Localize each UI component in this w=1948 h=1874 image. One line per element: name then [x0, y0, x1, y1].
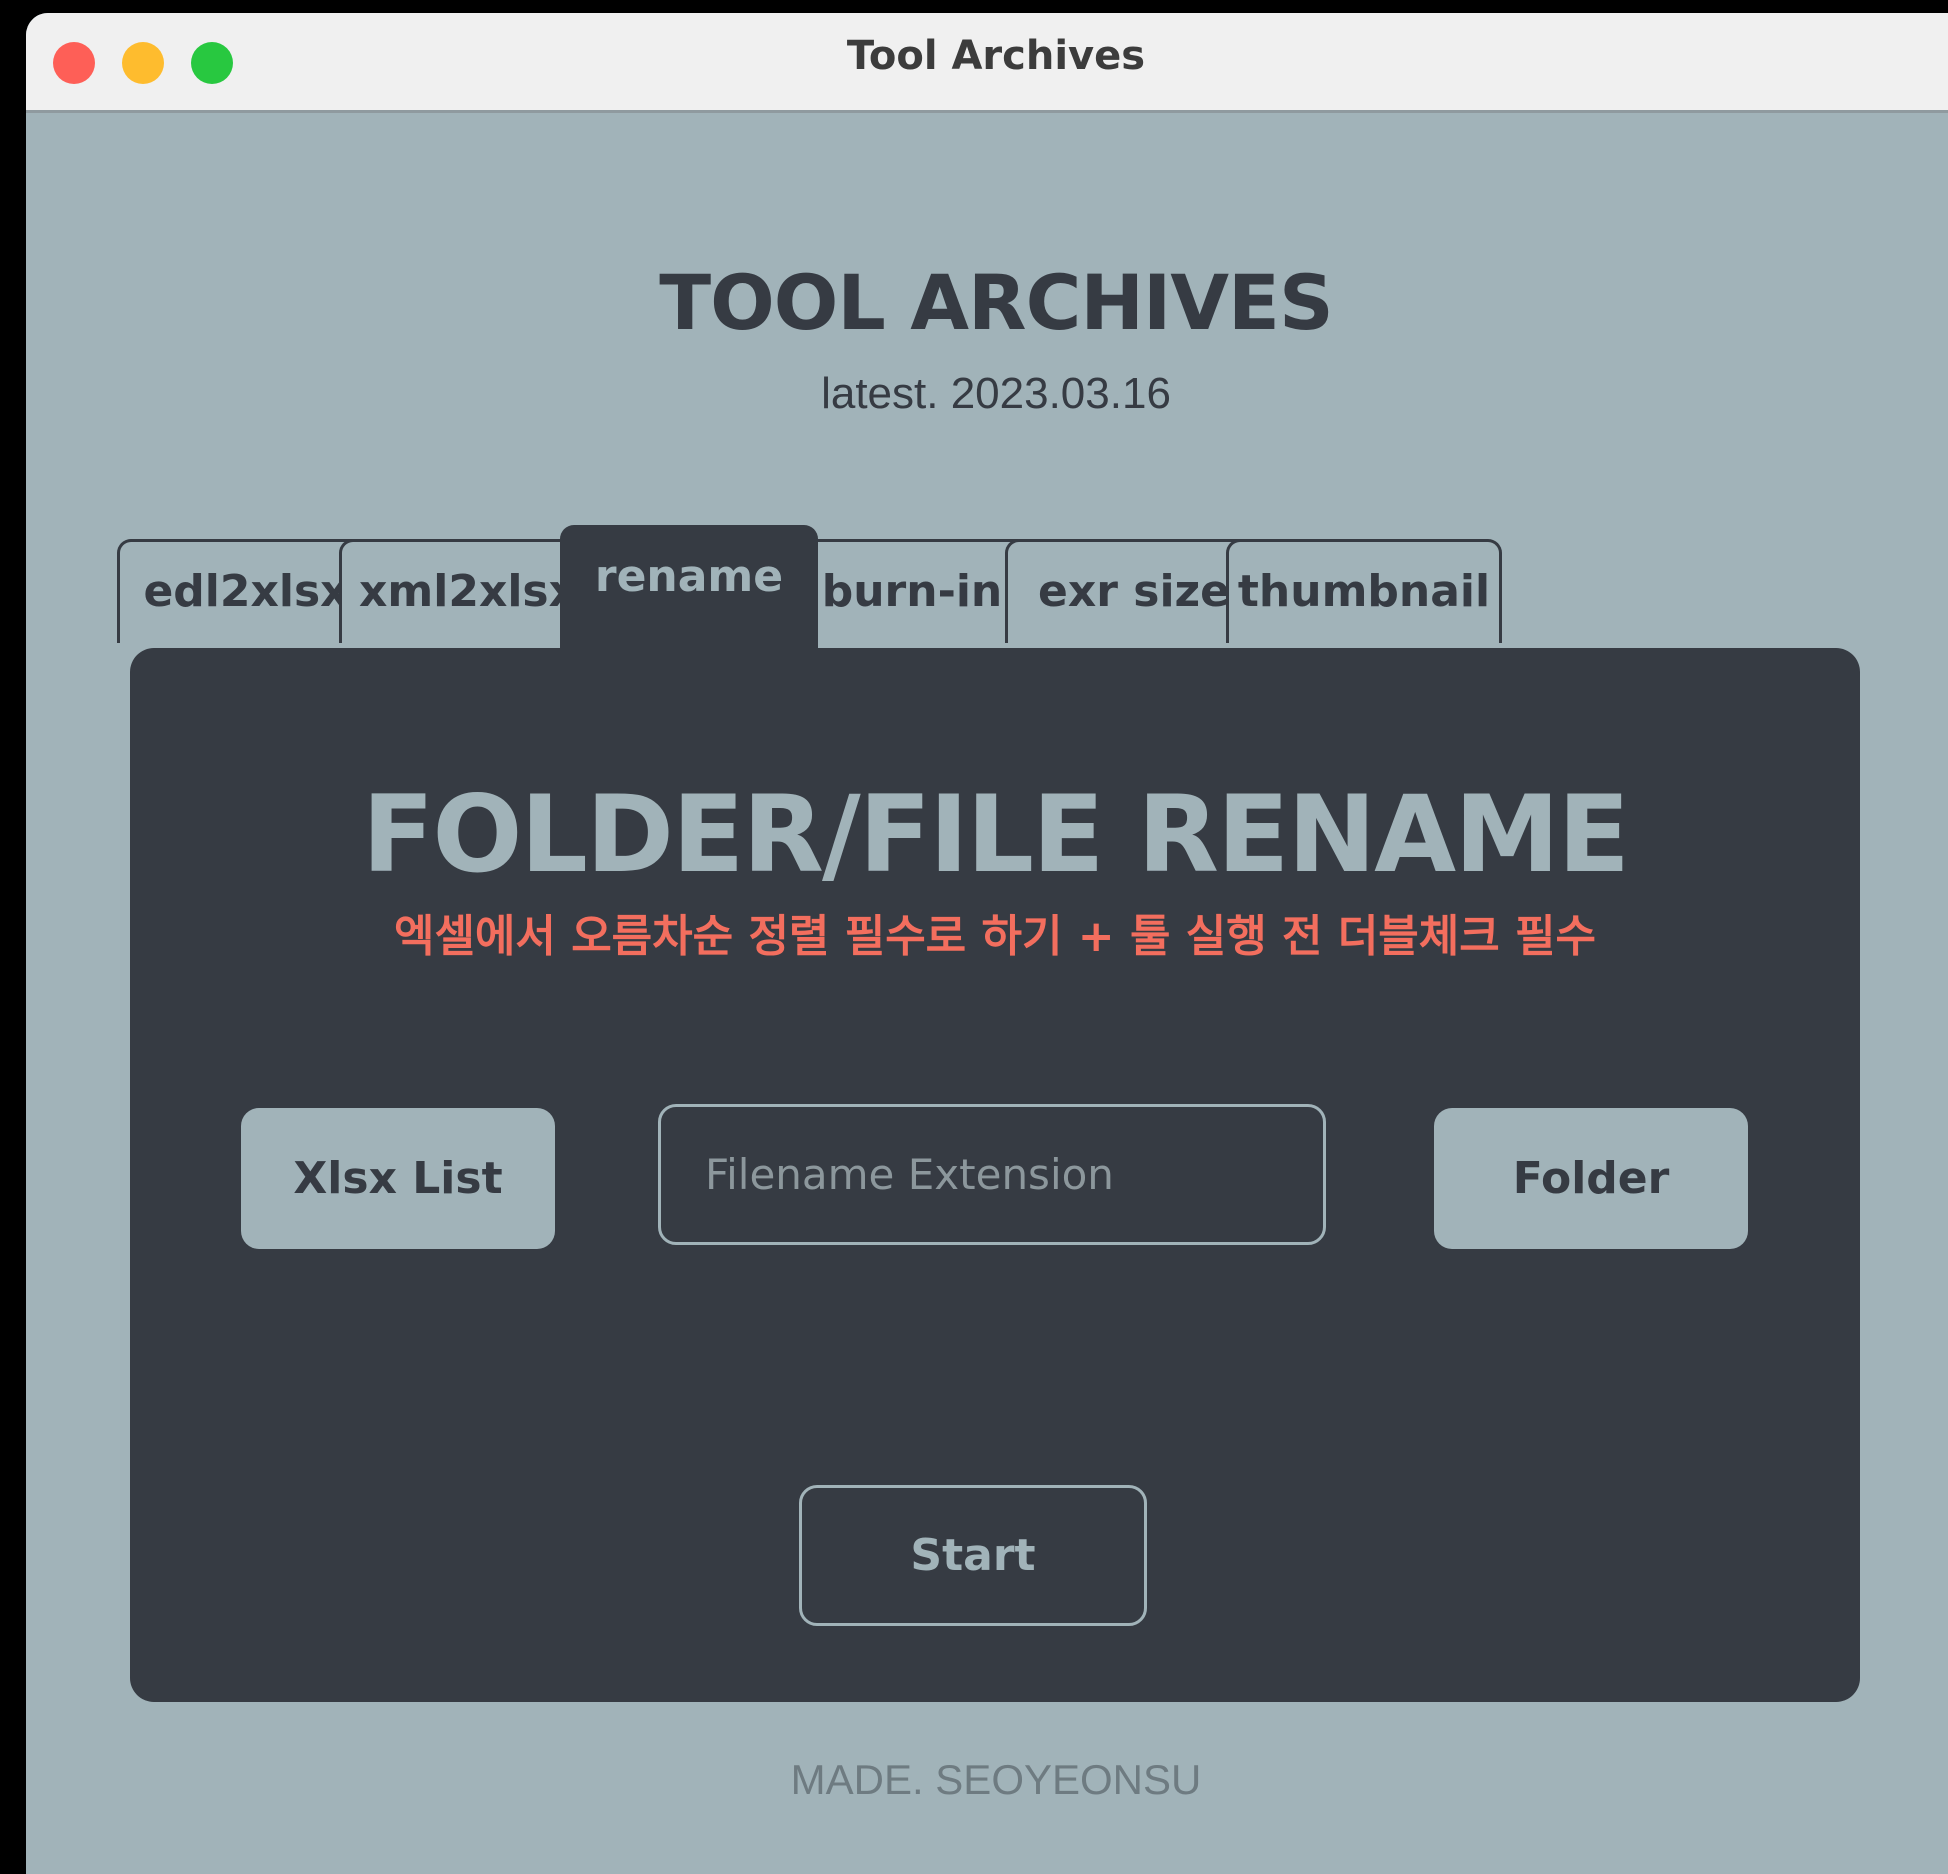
- app-version: latest. 2023.03.16: [821, 369, 1171, 418]
- xlsx-list-button[interactable]: Xlsx List: [241, 1108, 555, 1249]
- filename-extension-input[interactable]: [658, 1104, 1326, 1245]
- panel-title: FOLDER/FILE RENAME: [361, 773, 1630, 896]
- footer-credit: MADE. SEOYEONSU: [790, 1756, 1202, 1803]
- rename-panel: FOLDER/FILE RENAME 엑셀에서 오름차순 정렬 필수로 하기 +…: [130, 648, 1860, 1702]
- app-title: TOOL ARCHIVES: [659, 258, 1333, 347]
- start-button[interactable]: Start: [799, 1485, 1147, 1626]
- tab-rename[interactable]: rename: [560, 525, 818, 651]
- tab-thumbnail[interactable]: thumbnail: [1226, 539, 1502, 643]
- tab-xml2xlsx[interactable]: xml2xlsx: [339, 539, 597, 643]
- folder-button[interactable]: Folder: [1434, 1108, 1748, 1249]
- warning-note: 엑셀에서 오름차순 정렬 필수로 하기 + 툴 실행 전 더블체크 필수: [393, 911, 1597, 962]
- tab-exr-size[interactable]: exr size: [1005, 539, 1263, 643]
- app-window: Tool Archives TOOL ARCHIVES latest. 2023…: [26, 13, 1948, 1874]
- tab-burn-in[interactable]: burn-in: [783, 539, 1041, 643]
- tab-edl2xlsx[interactable]: edl2xlsx: [117, 539, 375, 643]
- title-bar[interactable]: Tool Archives: [26, 13, 1948, 113]
- window-title: Tool Archives: [846, 33, 1146, 79]
